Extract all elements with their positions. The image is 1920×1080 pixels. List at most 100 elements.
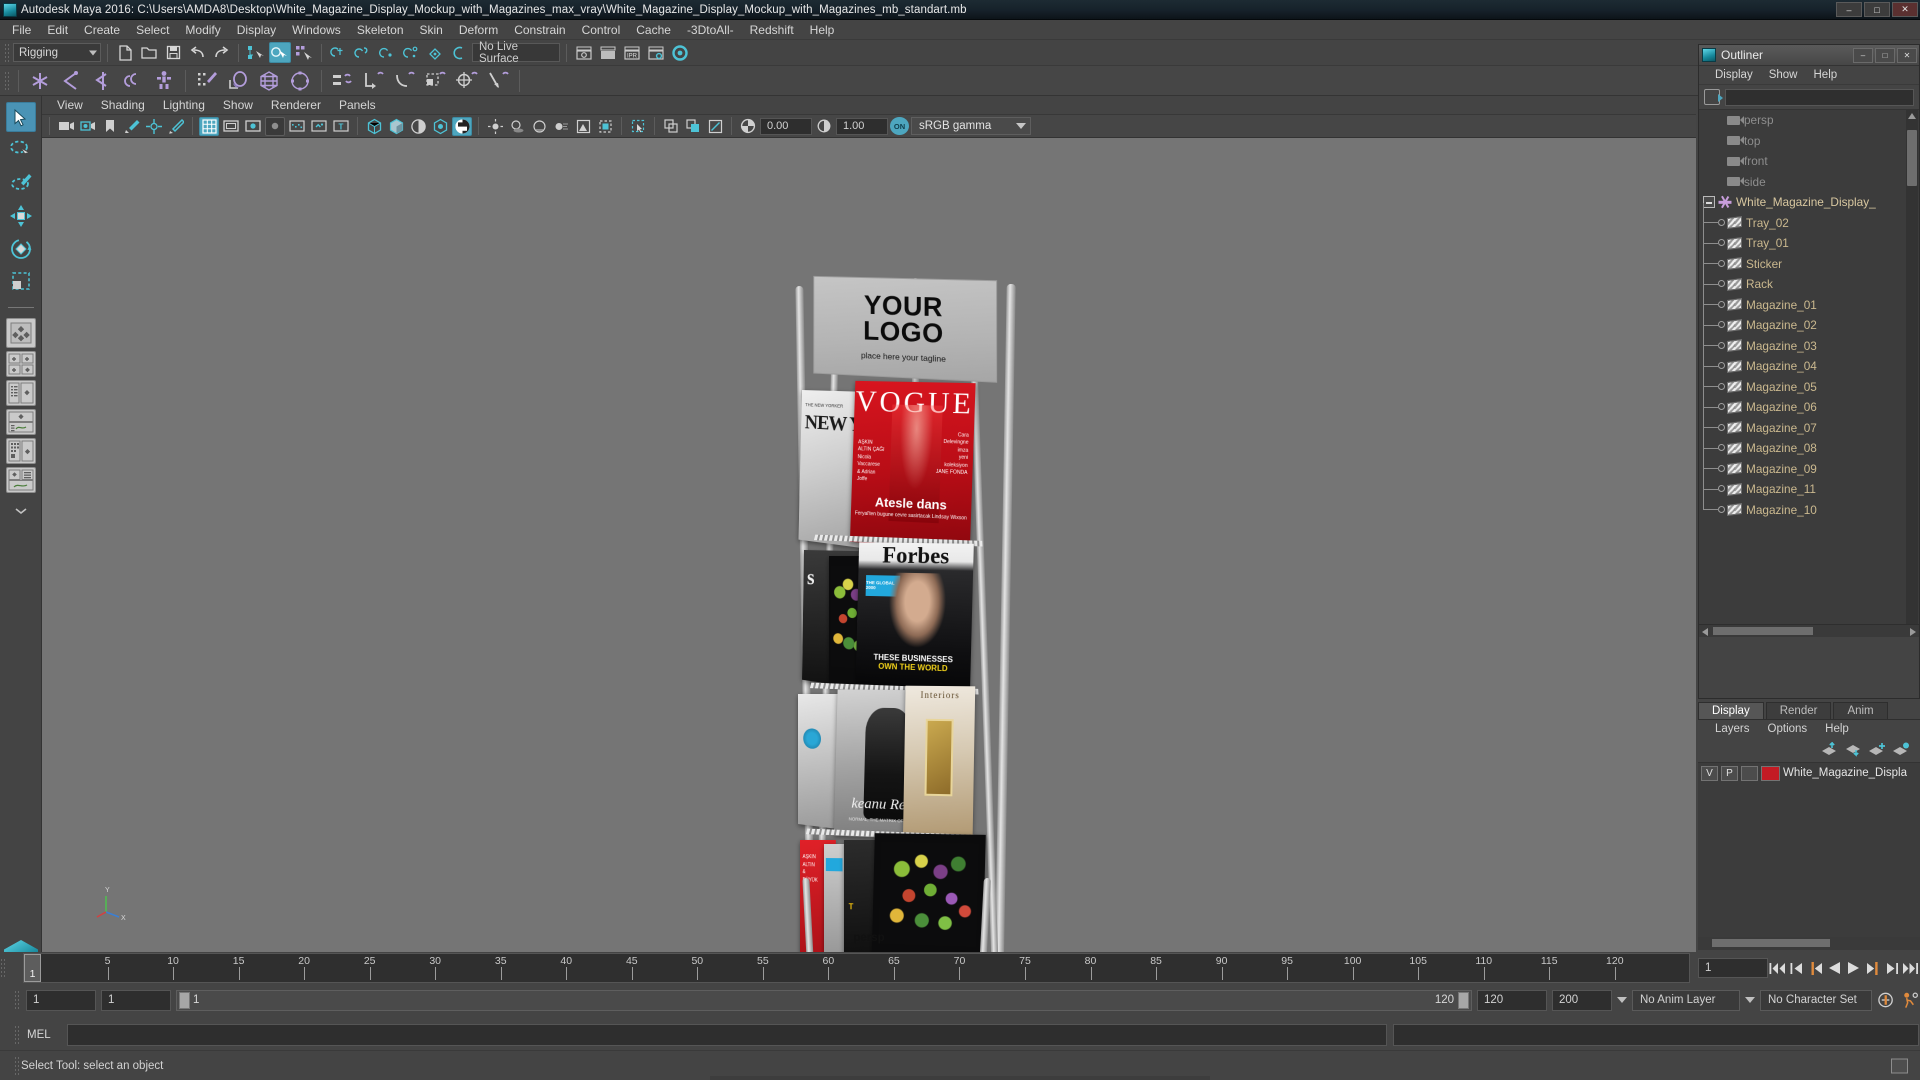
outliner-item-magazine_03[interactable]: Magazine_03 [1699,325,1907,357]
undo-icon[interactable] [186,42,208,63]
pole-vector-constraint-icon[interactable] [484,68,512,94]
create-ik-handle-icon[interactable] [57,68,85,94]
insert-joint-icon[interactable] [119,68,147,94]
scroll-right-arrow-icon[interactable] [1910,628,1916,636]
outliner-item-sticker[interactable]: Sticker [1699,243,1907,275]
scale-constraint-icon[interactable] [422,68,450,94]
range-end-handle[interactable] [1458,991,1469,1009]
scrollbar-thumb[interactable] [1907,130,1917,186]
menu-select[interactable]: Select [128,21,177,39]
select-camera-icon[interactable] [56,117,76,136]
select-by-component-icon[interactable] [293,42,315,63]
point-constraint-icon[interactable] [360,68,388,94]
shaded-wireframe-icon[interactable] [430,117,450,136]
outliner-menu-show[interactable]: Show [1761,68,1806,82]
animation-preferences-icon[interactable] [1901,989,1920,1011]
tab-render[interactable]: Render [1765,702,1832,719]
snap-to-grid-icon[interactable] [328,42,350,63]
snap-to-view-plane-icon[interactable] [424,42,446,63]
ipr-render-icon[interactable]: IPR [621,42,643,63]
command-language-label[interactable]: MEL [27,1029,61,1041]
node-dot-icon[interactable] [1718,505,1725,513]
shadows-icon[interactable] [507,117,527,136]
hypershade-icon[interactable] [669,42,691,63]
isolate-select-icon[interactable] [595,117,615,136]
tab-display[interactable]: Display [1698,702,1764,719]
snapshot-icon[interactable] [705,117,725,136]
outliner-item-magazine_09[interactable]: Magazine_09 [1699,448,1907,480]
go-to-start-icon[interactable] [1768,957,1787,979]
statusline-grip[interactable] [4,42,11,63]
layer-horizontal-scrollbar[interactable] [1698,937,1920,950]
layer-visibility-toggle[interactable]: V [1701,765,1718,781]
use-all-lights-icon[interactable] [485,117,505,136]
menu-control[interactable]: Control [574,21,629,39]
outliner-item-magazine_04[interactable]: Magazine_04 [1699,346,1907,377]
menu-cache[interactable]: Cache [628,21,679,39]
magazine-display-rack-model[interactable]: YOUR LOGO place here your tagline THE NE… [784,275,1044,952]
flat-shading-icon[interactable] [408,117,428,136]
anim-layer-dropdown-arrow-icon[interactable] [1617,997,1627,1003]
snap-to-projected-center-icon[interactable] [400,42,422,63]
range-start-handle[interactable] [179,991,190,1009]
select-tool[interactable] [5,102,36,132]
character-set-dropdown[interactable]: No Character Set [1760,989,1872,1011]
persp-graph-outliner-layout-icon[interactable] [5,467,36,493]
outliner-persp-layout-icon[interactable] [5,380,36,406]
single-perspective-layout-icon[interactable] [5,318,36,348]
node-dot-icon[interactable] [1718,382,1725,390]
outliner-item-tray_02[interactable]: Tray_02 [1699,202,1907,234]
viewport-menu-view[interactable]: View [48,97,92,113]
layer-hscrollbar-thumb[interactable] [1712,939,1830,947]
range-grip[interactable] [14,990,21,1010]
image-plane-icon[interactable] [122,117,142,136]
menu-skeleton[interactable]: Skeleton [349,21,412,39]
layer-menu-options[interactable]: Options [1759,723,1817,735]
play-backwards-icon[interactable] [1825,957,1844,979]
move-layer-down-icon[interactable] [1844,742,1860,757]
command-grip[interactable] [14,1025,21,1045]
step-back-frame-icon[interactable] [1806,957,1825,979]
open-scene-icon[interactable] [138,42,160,63]
node-dot-icon[interactable] [1718,259,1725,267]
viewport-menu-lighting[interactable]: Lighting [154,97,214,113]
wireframe-shading-icon[interactable] [364,117,384,136]
outliner-item-magazine_06[interactable]: Magazine_06 [1699,387,1907,418]
layer-playback-toggle[interactable]: P [1721,765,1738,781]
outliner-horizontal-scrollbar[interactable] [1699,624,1919,637]
anim-layer-dropdown[interactable]: No Anim Layer [1632,989,1740,1011]
viewport-menu-panels[interactable]: Panels [330,97,385,113]
cluster-deformer-icon[interactable] [286,68,314,94]
timeline-grip[interactable] [0,958,7,978]
film-gate-icon[interactable] [221,117,241,136]
outliner-vertical-scrollbar[interactable] [1906,110,1918,637]
outliner-item-magazine_11[interactable]: Magazine_11 [1699,469,1907,500]
snap-to-point-icon[interactable] [376,42,398,63]
paint-select-tool[interactable] [6,168,36,198]
copy-image-icon[interactable] [661,117,681,136]
texture-toggle-icon[interactable]: T [331,117,351,136]
close-button[interactable]: ✕ [1892,2,1918,17]
outliner-item-white_magazine_display_[interactable]: White_Magazine_Display_ [1699,192,1907,213]
collapse-toggle-icon[interactable] [1703,196,1715,209]
step-forward-keyframe-icon[interactable] [1882,957,1901,979]
persp-graph-layout-icon[interactable] [5,409,36,435]
outliner-item-magazine_07[interactable]: Magazine_07 [1699,407,1907,439]
node-dot-icon[interactable] [1718,341,1725,349]
viewport-menu-show[interactable]: Show [214,97,262,113]
node-dot-icon[interactable] [1718,218,1725,226]
grease-pencil-icon[interactable] [166,117,186,136]
menu-file[interactable]: File [4,21,39,39]
exposure-field[interactable]: 0.00 [760,117,812,135]
magazine-vegetables[interactable] [871,833,986,952]
layer-color-swatch[interactable] [1761,765,1780,781]
layer-menu-help[interactable]: Help [1816,723,1858,735]
save-scene-icon[interactable] [162,42,184,63]
parent-constraint-icon[interactable] [329,68,357,94]
outliner-minimize-button[interactable]: – [1853,47,1873,63]
statusbar-grip[interactable] [14,1055,21,1076]
menu-constrain[interactable]: Constrain [506,21,573,39]
menu-3dtoall[interactable]: -3DtoAll- [679,21,742,39]
outliner-item-magazine_08[interactable]: Magazine_08 [1699,428,1907,459]
rotate-tool[interactable] [6,234,36,264]
